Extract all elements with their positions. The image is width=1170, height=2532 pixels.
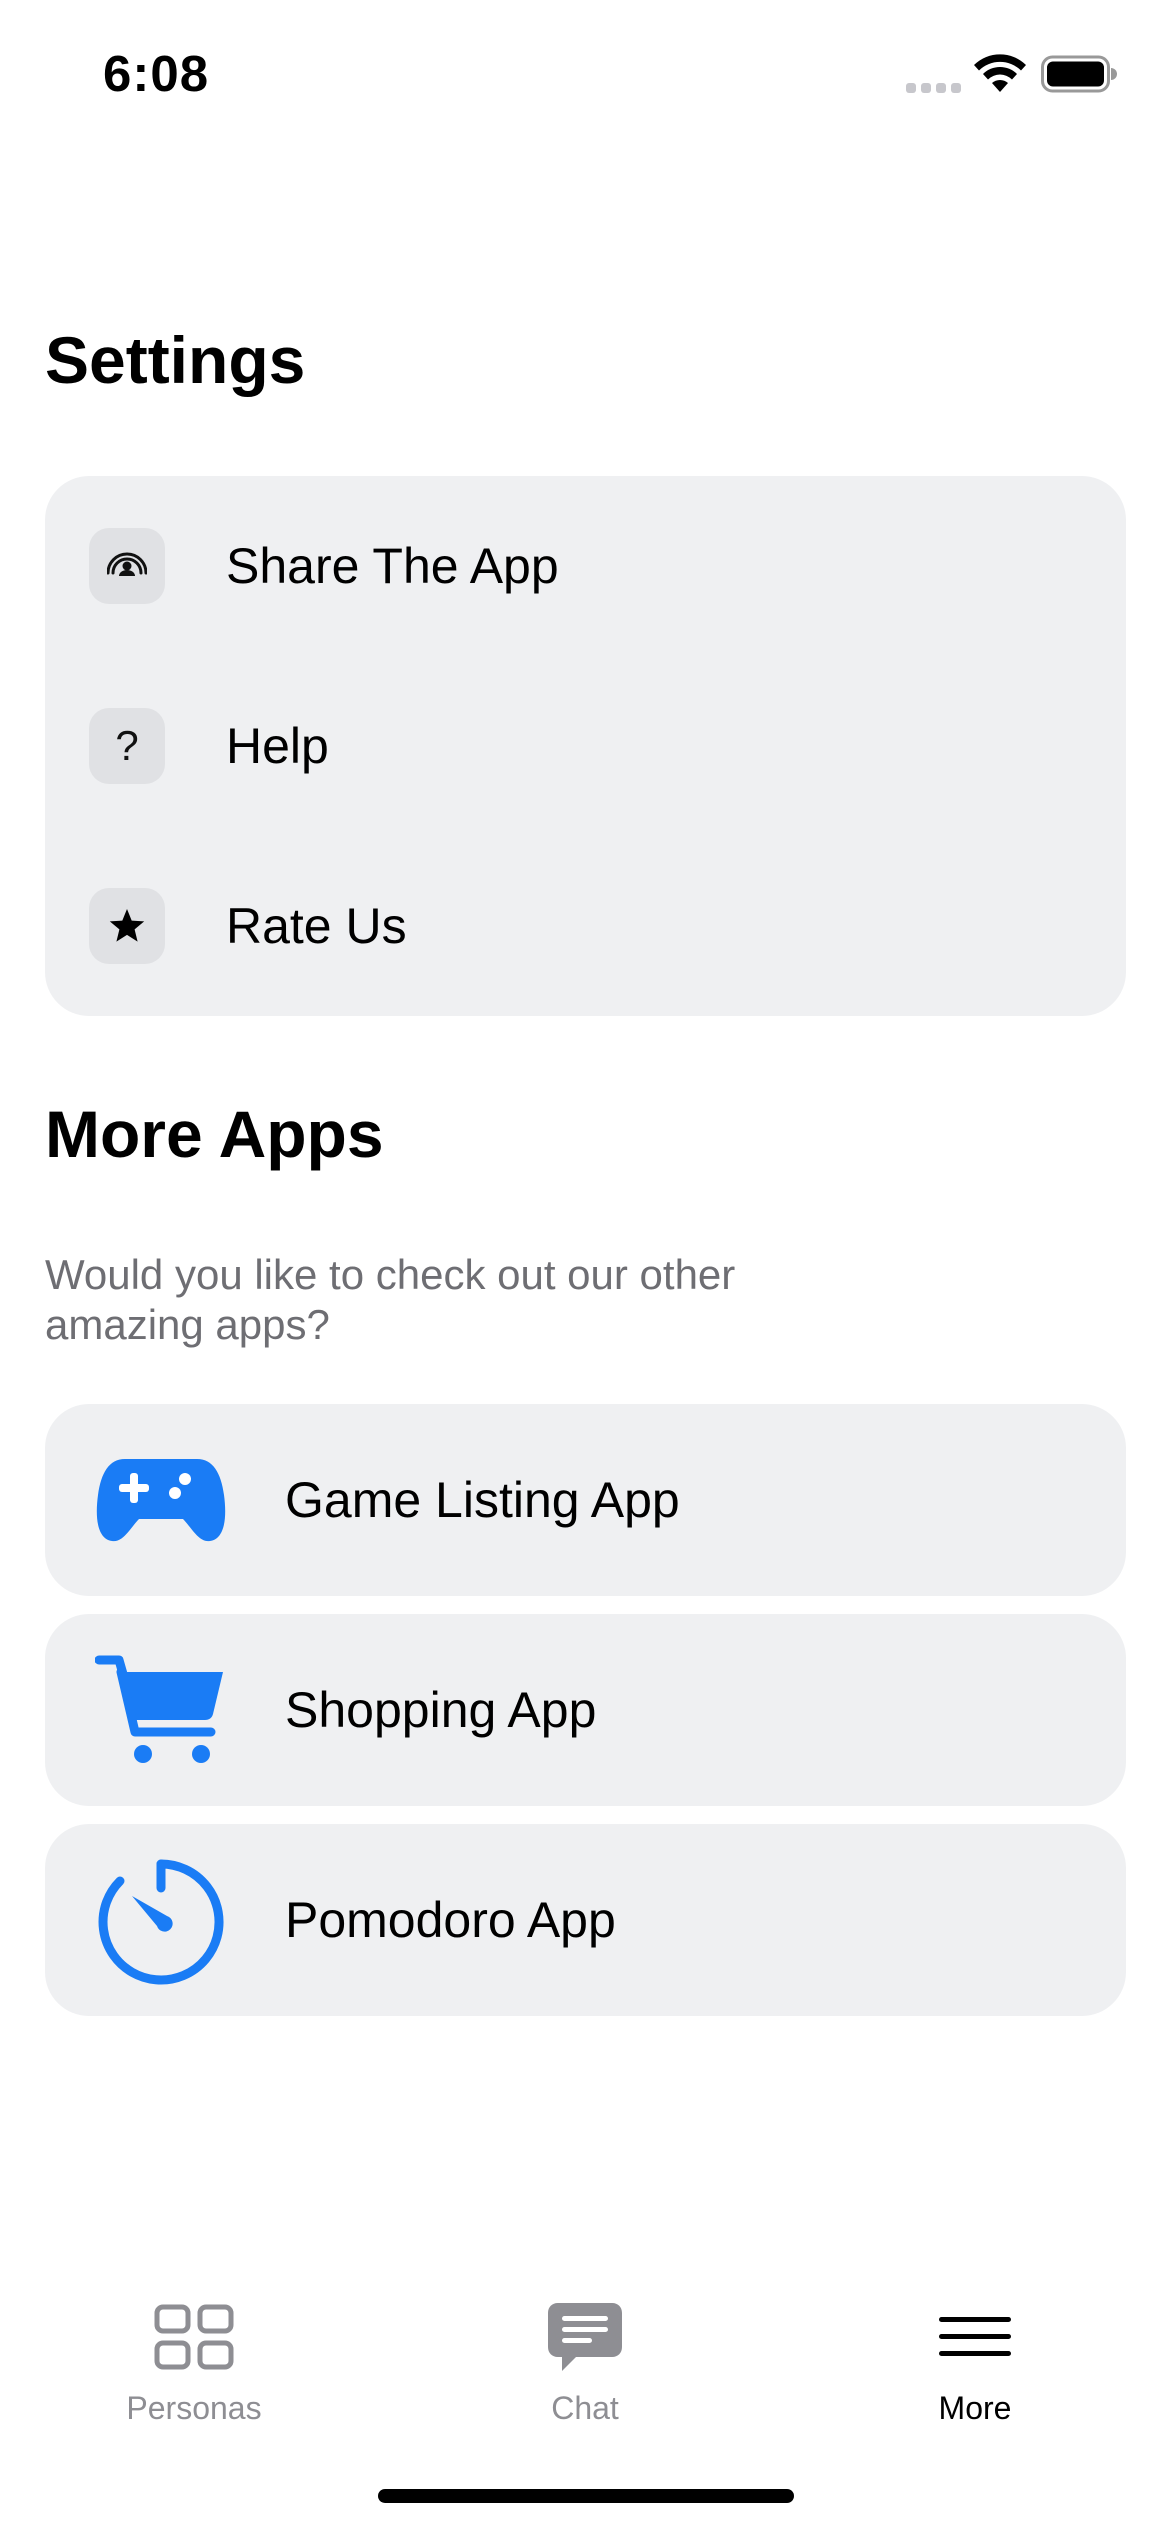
menu-icon	[935, 2302, 1015, 2372]
settings-item-rate-us[interactable]: Rate Us	[45, 836, 1126, 1016]
tab-label: Chat	[551, 2390, 619, 2426]
settings-title: Settings	[45, 323, 306, 397]
cart-icon	[95, 1644, 227, 1776]
grid-icon	[154, 2302, 234, 2372]
tab-bar: Personas Chat More	[0, 2280, 1170, 2440]
more-apps-title: More Apps	[45, 1097, 384, 1171]
settings-item-label: Share The App	[226, 538, 559, 594]
status-time: 6:08	[103, 45, 210, 102]
more-apps-description: Would you like to check out our other am…	[45, 1251, 736, 1348]
settings-item-share-the-app[interactable]: Share The App	[45, 476, 1126, 656]
tab-label: More	[938, 2390, 1012, 2426]
app-card-label: Game Listing App	[285, 1472, 680, 1528]
cellular-signal-icon	[906, 83, 961, 93]
chat-bubble-icon	[545, 2302, 625, 2372]
app-card-shopping[interactable]: Shopping App	[45, 1614, 1126, 1806]
gamepad-icon	[95, 1434, 227, 1566]
home-indicator[interactable]	[378, 2489, 794, 2503]
question-icon: ?	[89, 708, 165, 784]
app-card-pomodoro[interactable]: Pomodoro App	[45, 1824, 1126, 2016]
app-card-label: Shopping App	[285, 1682, 597, 1738]
timer-icon	[95, 1854, 227, 1986]
star-icon	[89, 888, 165, 964]
tab-label: Personas	[126, 2390, 262, 2426]
app-card-game-listing[interactable]: Game Listing App	[45, 1404, 1126, 1596]
settings-item-help[interactable]: ? Help	[45, 656, 1126, 836]
tab-more[interactable]: More	[855, 2280, 1095, 2440]
app-card-label: Pomodoro App	[285, 1892, 616, 1948]
wifi-icon	[974, 54, 1026, 92]
share-icon	[89, 528, 165, 604]
settings-card: Share The App ? Help Rate Us	[45, 476, 1126, 1016]
status-bar: 6:08	[0, 0, 1170, 150]
battery-icon	[1041, 55, 1117, 93]
tab-personas[interactable]: Personas	[74, 2280, 314, 2440]
tab-chat[interactable]: Chat	[465, 2280, 705, 2440]
settings-item-label: Help	[226, 718, 329, 774]
settings-item-label: Rate Us	[226, 898, 407, 954]
